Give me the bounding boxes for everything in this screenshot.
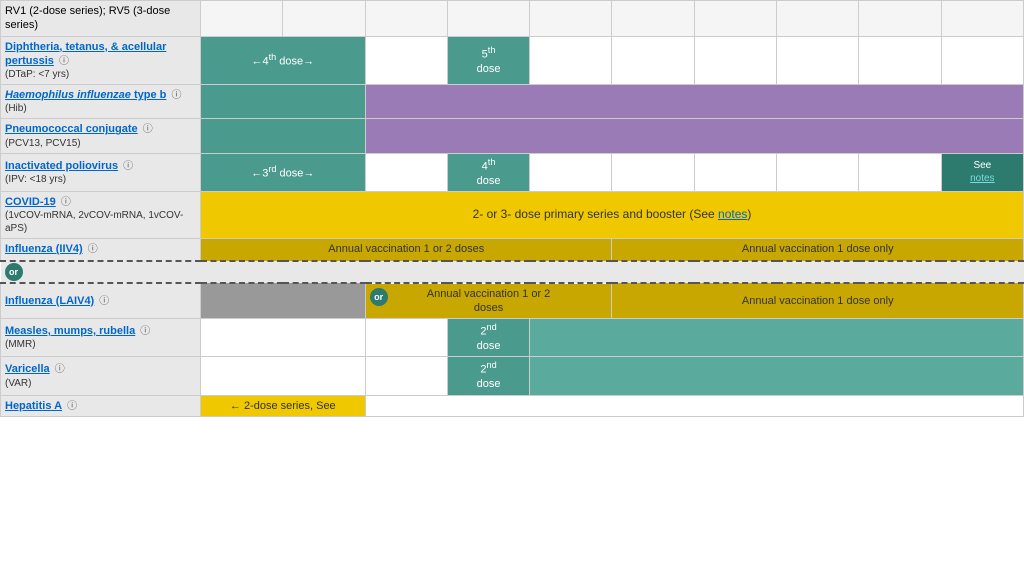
- table-row: RV1 (2-dose series); RV5 (3-dose series): [1, 1, 1024, 37]
- iiv4-right-dose: Annual vaccination 1 dose only: [612, 239, 1024, 261]
- vaccination-schedule-table: RV1 (2-dose series); RV5 (3-dose series)…: [0, 0, 1024, 417]
- varicella-2nd-dose: 2nddose: [447, 357, 529, 395]
- mmr-sub: (MMR): [5, 338, 196, 351]
- vaccine-name-pcv: Pneumococcal conjugate ⓘ (PCV13, PCV15): [1, 119, 201, 153]
- ipv-3rd-dose: ←3rd dose→: [201, 153, 366, 191]
- table-row-covid: COVID-19 ⓘ (1vCOV-mRNA, 2vCOV-mRNA, 1vCO…: [1, 192, 1024, 239]
- vaccine-name-laiv4: Influenza (LAIV4) ⓘ: [1, 283, 201, 319]
- dtap-link[interactable]: Diphtheria, tetanus, & acellular pertuss…: [5, 41, 166, 67]
- vaccine-name-varicella: Varicella ⓘ (VAR): [1, 357, 201, 395]
- table-row-iiv4: Influenza (IIV4) ⓘ Annual vaccination 1 …: [1, 239, 1024, 261]
- table-row-dtap: Diphtheria, tetanus, & acellular pertuss…: [1, 36, 1024, 85]
- varicella-teal: [530, 357, 1024, 395]
- vaccine-name-ipv: Inactivated poliovirus ⓘ (IPV: <18 yrs): [1, 153, 201, 191]
- mmr-2nd-dose: 2nddose: [447, 319, 529, 357]
- vaccine-name-dtap: Diphtheria, tetanus, & acellular pertuss…: [1, 36, 201, 85]
- table-row-hepa: Hepatitis A ⓘ ← 2-dose series, See: [1, 395, 1024, 416]
- covid-link[interactable]: COVID-19: [5, 196, 56, 208]
- pcv-sub: (PCV13, PCV15): [5, 137, 196, 150]
- laiv4-right-dose: Annual vaccination 1 dose only: [612, 283, 1024, 319]
- ipv-info-icon[interactable]: ⓘ: [123, 161, 133, 172]
- varicella-sub: (VAR): [5, 377, 196, 390]
- laiv4-gray: [201, 283, 366, 319]
- table-row-hib: Haemophilus influenzae type b ⓘ (Hib): [1, 85, 1024, 119]
- varicella-link[interactable]: Varicella: [5, 363, 50, 375]
- vaccine-name-rv: RV1 (2-dose series); RV5 (3-dose series): [1, 1, 201, 37]
- ipv-see-notes: Seenotes: [941, 153, 1023, 191]
- pcv-link[interactable]: Pneumococcal conjugate: [5, 123, 138, 135]
- table-row-pcv: Pneumococcal conjugate ⓘ (PCV13, PCV15): [1, 119, 1024, 153]
- vaccine-name-hepa: Hepatitis A ⓘ: [1, 395, 201, 416]
- pcv-info-icon[interactable]: ⓘ: [143, 124, 153, 135]
- covid-notes-link[interactable]: notes: [718, 207, 747, 221]
- hepa-dose-info: ← 2-dose series, See: [201, 395, 366, 416]
- hepa-link[interactable]: Hepatitis A: [5, 400, 62, 412]
- hib-sub: (Hib): [5, 102, 196, 115]
- table-row-laiv4: Influenza (LAIV4) ⓘ or Annual vaccinatio…: [1, 283, 1024, 319]
- varicella-info-icon[interactable]: ⓘ: [55, 364, 65, 375]
- covid-dose-info: 2- or 3- dose primary series and booster…: [201, 192, 1024, 239]
- dtap-empty: [365, 36, 447, 85]
- hib-link[interactable]: Haemophilus influenzae type b: [5, 89, 166, 101]
- vaccine-name-covid: COVID-19 ⓘ (1vCOV-mRNA, 2vCOV-mRNA, 1vCO…: [1, 192, 201, 239]
- hib-teal: [201, 85, 366, 119]
- vaccine-name-hib: Haemophilus influenzae type b ⓘ (Hib): [1, 85, 201, 119]
- or-separator-row: or: [1, 261, 1024, 283]
- covid-sub: (1vCOV-mRNA, 2vCOV-mRNA, 1vCOV-aPS): [5, 209, 196, 235]
- ipv-link[interactable]: Inactivated poliovirus: [5, 160, 118, 172]
- ipv-sub: (IPV: <18 yrs): [5, 173, 196, 186]
- hib-info-icon[interactable]: ⓘ: [171, 90, 181, 101]
- dtap-sub: (DTaP: <7 yrs): [5, 68, 196, 81]
- ipv-4th-dose: 4thdose: [447, 153, 529, 191]
- or-badge-mid: or: [370, 288, 388, 306]
- iiv4-left-dose: Annual vaccination 1 or 2 doses: [201, 239, 612, 261]
- mmr-info-icon[interactable]: ⓘ: [140, 326, 150, 337]
- mmr-teal: [530, 319, 1024, 357]
- table-row-varicella: Varicella ⓘ (VAR) 2nddose: [1, 357, 1024, 395]
- hepa-info-icon[interactable]: ⓘ: [67, 401, 77, 412]
- iiv4-info-icon[interactable]: ⓘ: [88, 244, 98, 255]
- covid-info-icon[interactable]: ⓘ: [61, 197, 71, 208]
- laiv4-link[interactable]: Influenza (LAIV4): [5, 295, 94, 307]
- dtap-4th-dose: ←4th dose→: [201, 36, 366, 85]
- mmr-link[interactable]: Measles, mumps, rubella: [5, 325, 135, 337]
- pcv-teal: [201, 119, 366, 153]
- vaccine-name-mmr: Measles, mumps, rubella ⓘ (MMR): [1, 319, 201, 357]
- laiv4-info-icon[interactable]: ⓘ: [99, 296, 109, 307]
- dtap-info-icon[interactable]: ⓘ: [59, 56, 69, 67]
- vaccine-name-iiv4: Influenza (IIV4) ⓘ: [1, 239, 201, 261]
- dtap-5th-dose: 5thdose: [447, 36, 529, 85]
- laiv4-mid-dose: or Annual vaccination 1 or 2doses: [365, 283, 612, 319]
- hib-purple: [365, 85, 1023, 119]
- or-spacer: [201, 261, 1024, 283]
- or-label-left: or: [1, 261, 201, 283]
- or-badge-left: or: [5, 263, 23, 281]
- table-row-mmr: Measles, mumps, rubella ⓘ (MMR) 2nddose: [1, 319, 1024, 357]
- iiv4-link[interactable]: Influenza (IIV4): [5, 243, 83, 255]
- pcv-purple: [365, 119, 1023, 153]
- table-row-ipv: Inactivated poliovirus ⓘ (IPV: <18 yrs) …: [1, 153, 1024, 191]
